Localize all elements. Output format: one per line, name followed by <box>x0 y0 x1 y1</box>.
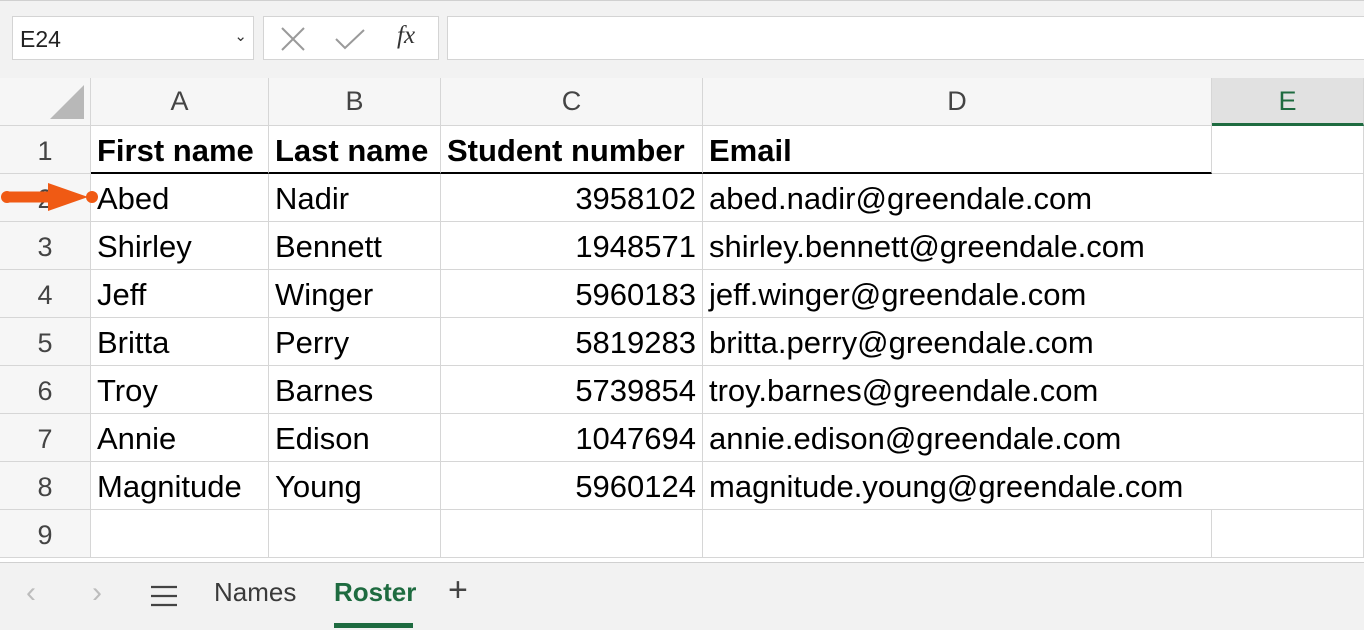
empty-cell[interactable] <box>1212 126 1364 174</box>
empty-cell[interactable] <box>1212 462 1364 510</box>
empty-cell[interactable] <box>1212 510 1364 558</box>
row-header-8[interactable]: 8 <box>0 462 91 510</box>
column-header-e[interactable]: E <box>1212 78 1364 126</box>
empty-cell[interactable] <box>1212 318 1364 366</box>
row-header-5[interactable]: 5 <box>0 318 91 366</box>
row-header-1[interactable]: 1 <box>0 126 91 174</box>
data-cell[interactable]: abed.nadir@greendale.com <box>703 174 1212 222</box>
data-cell[interactable]: Abed <box>91 174 269 222</box>
column-header-c[interactable]: C <box>441 78 703 126</box>
data-cell[interactable]: annie.edison@greendale.com <box>703 414 1212 462</box>
spreadsheet-grid[interactable]: ABCDE123456789First nameLast nameStudent… <box>0 78 1364 562</box>
data-cell[interactable]: Edison <box>269 414 441 462</box>
x-icon[interactable] <box>280 26 306 57</box>
data-cell[interactable]: Bennett <box>269 222 441 270</box>
sheet-tab-names[interactable]: Names <box>214 577 296 608</box>
fx-icon[interactable]: fx <box>397 22 415 50</box>
data-cell[interactable]: Winger <box>269 270 441 318</box>
data-cell[interactable]: troy.barnes@greendale.com <box>703 366 1212 414</box>
header-cell[interactable]: Email <box>703 126 1212 174</box>
formula-buttons: fx <box>263 16 439 60</box>
data-cell[interactable]: shirley.bennett@greendale.com <box>703 222 1212 270</box>
row-header-3[interactable]: 3 <box>0 222 91 270</box>
data-cell[interactable]: 5819283 <box>441 318 703 366</box>
name-box[interactable]: E24 ⌄ <box>12 16 254 60</box>
header-cell[interactable]: Student number <box>441 126 703 174</box>
prev-sheet-icon[interactable]: ‹ <box>26 576 36 610</box>
empty-cell[interactable] <box>1212 270 1364 318</box>
hamburger-icon[interactable] <box>150 585 178 612</box>
select-all-icon <box>50 85 84 119</box>
data-cell[interactable]: 3958102 <box>441 174 703 222</box>
empty-cell[interactable] <box>269 510 441 558</box>
header-cell[interactable]: Last name <box>269 126 441 174</box>
formula-bar: E24 ⌄ fx <box>0 0 1364 79</box>
data-cell[interactable]: 5739854 <box>441 366 703 414</box>
empty-cell[interactable] <box>91 510 269 558</box>
data-cell[interactable]: britta.perry@greendale.com <box>703 318 1212 366</box>
data-cell[interactable]: 1047694 <box>441 414 703 462</box>
row-header-9[interactable]: 9 <box>0 510 91 558</box>
check-icon[interactable] <box>334 28 366 55</box>
empty-cell[interactable] <box>1212 414 1364 462</box>
data-cell[interactable]: Nadir <box>269 174 441 222</box>
formula-input[interactable] <box>447 16 1364 60</box>
name-box-value: E24 <box>20 26 61 52</box>
select-all-corner[interactable] <box>0 78 91 126</box>
sheet-tab-bar: ‹ › Names Roster + <box>0 562 1364 630</box>
sheet-tab-roster[interactable]: Roster <box>334 577 416 608</box>
data-cell[interactable]: Magnitude <box>91 462 269 510</box>
data-cell[interactable]: Shirley <box>91 222 269 270</box>
data-cell[interactable]: Barnes <box>269 366 441 414</box>
row-header-6[interactable]: 6 <box>0 366 91 414</box>
empty-cell[interactable] <box>1212 174 1364 222</box>
column-header-b[interactable]: B <box>269 78 441 126</box>
data-cell[interactable]: Jeff <box>91 270 269 318</box>
chevron-down-icon[interactable]: ⌄ <box>234 27 247 45</box>
data-cell[interactable]: 1948571 <box>441 222 703 270</box>
column-header-a[interactable]: A <box>91 78 269 126</box>
data-cell[interactable]: Young <box>269 462 441 510</box>
empty-cell[interactable] <box>1212 366 1364 414</box>
add-sheet-button[interactable]: + <box>448 571 468 610</box>
column-header-d[interactable]: D <box>703 78 1212 126</box>
data-cell[interactable]: Britta <box>91 318 269 366</box>
data-cell[interactable]: 5960124 <box>441 462 703 510</box>
data-cell[interactable]: Annie <box>91 414 269 462</box>
empty-cell[interactable] <box>703 510 1212 558</box>
empty-cell[interactable] <box>1212 222 1364 270</box>
row-header-4[interactable]: 4 <box>0 270 91 318</box>
arrow-right-icon <box>1 183 98 211</box>
data-cell[interactable]: jeff.winger@greendale.com <box>703 270 1212 318</box>
data-cell[interactable]: Troy <box>91 366 269 414</box>
data-cell[interactable]: magnitude.young@greendale.com <box>703 462 1212 510</box>
data-cell[interactable]: Perry <box>269 318 441 366</box>
next-sheet-icon[interactable]: › <box>92 576 102 610</box>
header-cell[interactable]: First name <box>91 126 269 174</box>
active-tab-indicator <box>334 623 413 628</box>
empty-cell[interactable] <box>441 510 703 558</box>
row-header-7[interactable]: 7 <box>0 414 91 462</box>
data-cell[interactable]: 5960183 <box>441 270 703 318</box>
